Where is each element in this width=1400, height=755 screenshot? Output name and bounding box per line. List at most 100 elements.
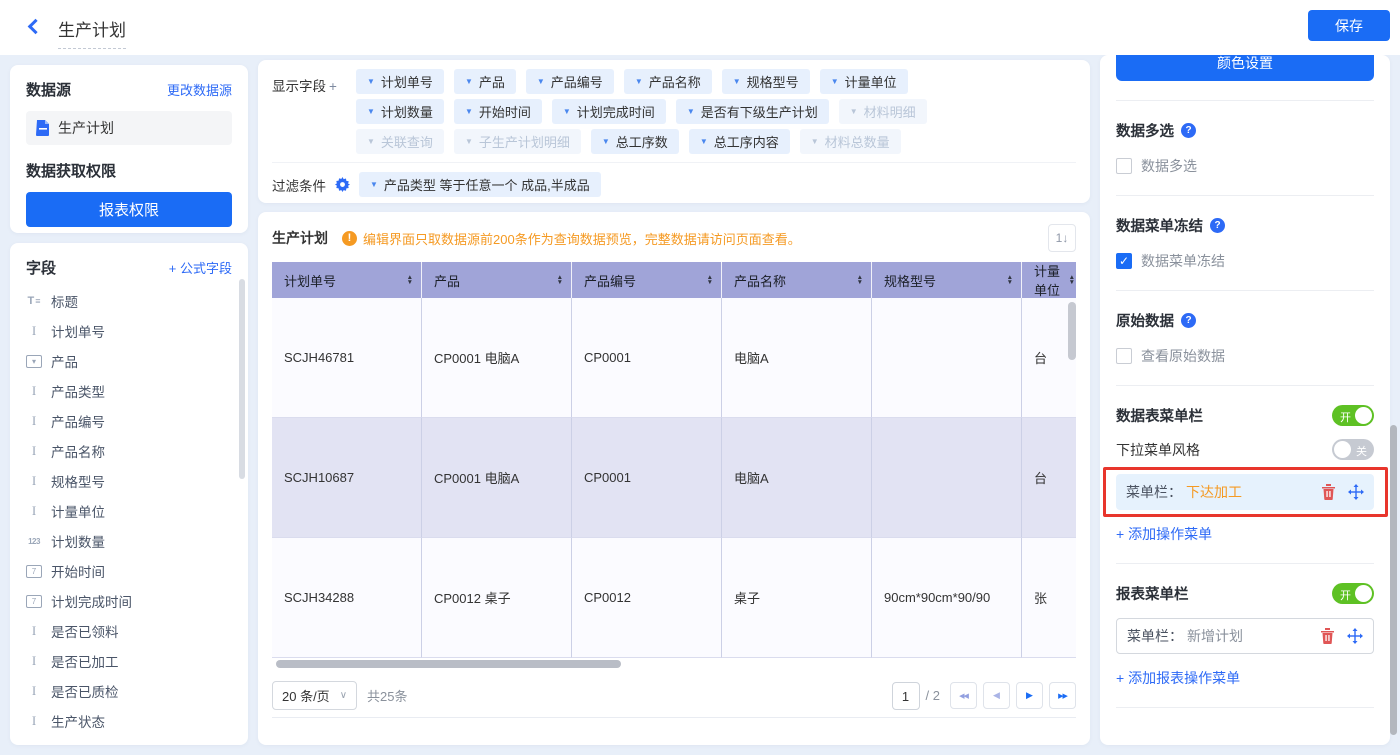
table-column-header[interactable]: 计量单位▲▼ [1022,262,1076,298]
help-icon[interactable]: ? [1181,123,1196,138]
page-number-input[interactable]: 1 [892,682,920,710]
field-item[interactable]: 7计划完成时间 [26,586,232,616]
menu-freeze-checkbox-label: 数据菜单冻结 [1141,251,1225,271]
table-column-header[interactable]: 产品编号▲▼ [572,262,722,298]
table-column-header[interactable]: 计划单号▲▼ [272,262,422,298]
sort-arrows-icon[interactable]: ▲▼ [1007,275,1013,285]
first-page-button[interactable]: ◀◀ [950,682,977,709]
add-report-menu-link[interactable]: + 添加报表操作菜单 [1116,668,1374,688]
display-field-chip[interactable]: ▼产品 [454,69,516,94]
table-row[interactable]: SCJH10687CP0001 电脑ACP0001电脑A台 [272,418,1076,538]
field-item[interactable]: I计划单号 [26,316,232,346]
field-item[interactable]: I计量单位 [26,496,232,526]
move-icon[interactable] [1347,628,1363,644]
datasource-item[interactable]: 生产计划 [26,111,232,145]
report-menu-toggle[interactable]: 开 [1332,583,1374,604]
text-field-icon: I [26,503,42,519]
display-field-chip[interactable]: ▼材料明细 [839,99,927,124]
raw-data-checkbox[interactable] [1116,348,1132,364]
display-field-chip[interactable]: ▼产品名称 [624,69,712,94]
add-operation-menu-link[interactable]: + 添加操作菜单 [1116,524,1374,544]
display-field-chip[interactable]: ▼总工序数 [591,129,679,154]
help-icon[interactable]: ? [1181,313,1196,328]
display-field-chip[interactable]: ▼计量单位 [820,69,908,94]
gear-icon[interactable] [335,177,350,192]
field-item[interactable]: T标题 [26,286,232,316]
menu-freeze-checkbox[interactable]: ✓ [1116,253,1132,269]
sort-order-icon[interactable]: 1↓ [1048,224,1076,252]
fields-scrollbar[interactable] [239,279,245,479]
prev-page-button[interactable]: ◀ [983,682,1010,709]
last-page-button[interactable]: ▶▶ [1049,682,1076,709]
help-icon[interactable]: ? [1210,218,1225,233]
field-item[interactable]: I生产状态 [26,706,232,736]
dropdown-style-toggle[interactable]: 关 [1332,439,1374,460]
sort-arrows-icon[interactable]: ▲▼ [707,275,713,285]
settings-scrollbar[interactable] [1390,425,1397,735]
chevron-down-icon: ▼ [831,77,839,86]
table-horizontal-scrollbar[interactable] [272,660,1076,668]
display-field-chip[interactable]: ▼计划数量 [356,99,444,124]
add-display-field-icon[interactable]: + [329,79,337,94]
field-item[interactable]: ▾产品 [26,346,232,376]
table-row[interactable]: SCJH46781CP0001 电脑ACP0001电脑A台 [272,298,1076,418]
table-menu-item-value[interactable]: 下达加工 [1186,482,1242,502]
table-cell: 张 [1022,538,1076,658]
chevron-down-icon: ▼ [850,107,858,116]
display-field-chip[interactable]: ▼计划完成时间 [552,99,666,124]
trash-icon[interactable] [1321,484,1336,500]
chip-label: 产品名称 [649,72,701,91]
table-cell: 电脑A [722,418,872,538]
sort-arrows-icon[interactable]: ▲▼ [557,275,563,285]
display-field-chip[interactable]: ▼规格型号 [722,69,810,94]
table-menu-toggle[interactable]: 开 [1332,405,1374,426]
display-field-chip[interactable]: ▼关联查询 [356,129,444,154]
table-vertical-scrollbar[interactable] [1068,302,1076,360]
field-item[interactable]: I是否已加工 [26,646,232,676]
table-menu-item[interactable]: 菜单栏： 下达加工 [1116,474,1374,510]
back-icon[interactable] [28,19,44,35]
sort-arrows-icon[interactable]: ▲▼ [407,275,413,285]
chip-row: ▼计划单号▼产品▼产品编号▼产品名称▼规格型号▼计量单位 [356,69,927,94]
display-field-chip[interactable]: ▼产品编号 [526,69,614,94]
change-datasource-link[interactable]: 更改数据源 [167,80,232,99]
table-column-header[interactable]: 规格型号▲▼ [872,262,1022,298]
next-page-button[interactable]: ▶ [1016,682,1043,709]
move-icon[interactable] [1348,484,1364,500]
field-item[interactable]: I产品名称 [26,436,232,466]
display-field-chip[interactable]: ▼材料总数量 [800,129,901,154]
filter-condition-chip[interactable]: ▼ 产品类型 等于任意一个 成品,半成品 [359,172,601,197]
divider [1116,385,1374,386]
field-item[interactable]: I是否已质检 [26,676,232,706]
fields-panel: 字段 + 公式字段 T标题I计划单号▾产品I产品类型I产品编号I产品名称I规格型… [10,243,248,745]
sort-arrows-icon[interactable]: ▲▼ [1069,275,1075,285]
field-item[interactable]: I规格型号 [26,466,232,496]
chip-label: 关联查询 [381,132,433,151]
display-field-chip[interactable]: ▼是否有下级生产计划 [676,99,829,124]
multi-select-checkbox[interactable] [1116,158,1132,174]
page-size-select[interactable]: 20 条/页 ∨ [272,681,357,710]
save-button[interactable]: 保存 [1308,10,1390,41]
table-column-header[interactable]: 产品名称▲▼ [722,262,872,298]
report-menu-item-value[interactable]: 新增计划 [1187,626,1243,646]
display-field-chip[interactable]: ▼开始时间 [454,99,542,124]
text-field-icon: I [26,413,42,429]
field-item[interactable]: 7开始时间 [26,556,232,586]
display-field-chip[interactable]: ▼子生产计划明细 [454,129,581,154]
trash-icon[interactable] [1320,628,1335,644]
table-column-header[interactable]: 产品▲▼ [422,262,572,298]
field-item[interactable]: I产品编号 [26,406,232,436]
chip-label: 材料总数量 [825,132,890,151]
display-field-chip[interactable]: ▼总工序内容 [689,129,790,154]
color-settings-button[interactable]: 颜色设置 [1116,55,1374,81]
report-permission-button[interactable]: 报表权限 [26,192,232,227]
report-menu-item[interactable]: 菜单栏： 新增计划 [1116,618,1374,654]
sort-arrows-icon[interactable]: ▲▼ [857,275,863,285]
field-item[interactable]: I产品类型 [26,376,232,406]
formula-field-link[interactable]: + 公式字段 [169,258,232,277]
display-field-chip[interactable]: ▼计划单号 [356,69,444,94]
chip-label: 子生产计划明细 [479,132,570,151]
field-item[interactable]: I是否已领料 [26,616,232,646]
field-item[interactable]: 123计划数量 [26,526,232,556]
table-row[interactable]: SCJH34288CP0012 桌子CP0012桌子90cm*90cm*90/9… [272,538,1076,658]
